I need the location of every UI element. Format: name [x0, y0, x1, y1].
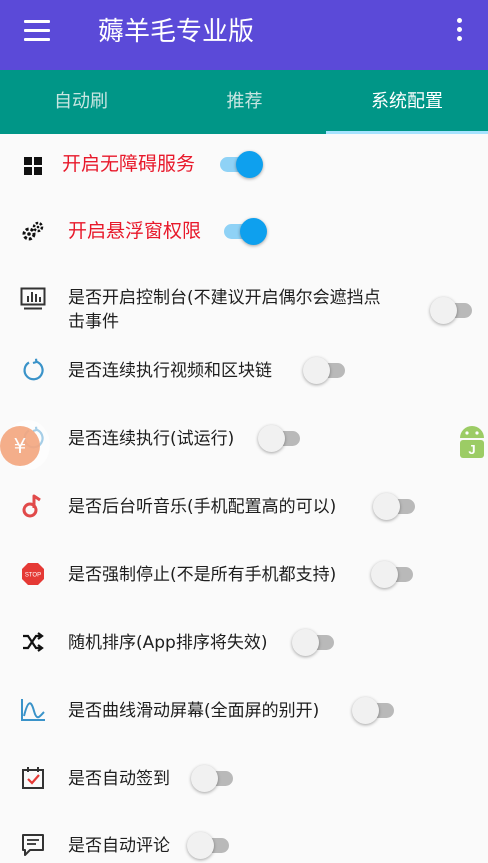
- setting-continuous-video-blockchain: 是否连续执行视频和区块链: [0, 354, 488, 388]
- setting-force-stop: STOP 是否强制停止(不是所有手机都支持): [0, 558, 488, 592]
- setting-label-line1: 是否开启控制台(不建议开启偶尔会遮挡点: [68, 288, 381, 308]
- setting-label: 是否连续执行(试运行): [68, 429, 235, 449]
- monitor-chart-icon: [20, 286, 46, 312]
- app-bar: 薅羊毛专业版: [0, 0, 488, 70]
- active-tab-indicator: [326, 131, 488, 134]
- svg-text:J: J: [468, 442, 475, 457]
- menu-icon[interactable]: [24, 20, 50, 42]
- music-note-icon: [20, 493, 46, 519]
- continuous-video-blockchain-toggle[interactable]: [303, 356, 347, 384]
- stop-sign-text: STOP: [25, 573, 41, 579]
- setting-label: 随机排序(App排序将失效): [68, 633, 268, 653]
- random-order-toggle[interactable]: [292, 628, 336, 656]
- curve-swipe-toggle[interactable]: [352, 696, 396, 724]
- setting-label: 开启悬浮窗权限: [68, 220, 202, 242]
- setting-auto-comment: 是否自动评论: [0, 829, 488, 863]
- more-options-icon[interactable]: [450, 18, 470, 44]
- curve-chart-icon: [20, 697, 46, 723]
- setting-label: 是否连续执行视频和区块链: [68, 361, 272, 381]
- force-stop-toggle[interactable]: [371, 560, 415, 588]
- setting-label: 是否曲线滑动屏幕(全面屏的别开): [68, 701, 320, 721]
- tab-auto-refresh[interactable]: 自动刷: [0, 70, 162, 134]
- setting-floating-window-permission: 开启悬浮窗权限: [0, 210, 488, 254]
- app-title: 薅羊毛专业版: [98, 17, 255, 47]
- setting-accessibility-service: 开启无障碍服务: [0, 144, 488, 188]
- setting-label: 开启无障碍服务: [62, 153, 196, 175]
- accessibility-service-toggle[interactable]: [218, 150, 263, 178]
- setting-continuous-execution-trial: 是否连续执行(试运行): [0, 422, 488, 456]
- setting-label: 是否自动签到: [68, 769, 170, 789]
- setting-random-order: 随机排序(App排序将失效): [0, 626, 488, 660]
- tab-bar: 自动刷 推荐 系统配置: [0, 70, 488, 134]
- floating-window-permission-toggle[interactable]: [222, 217, 267, 245]
- setting-label-line2: 击事件: [68, 312, 119, 332]
- continuous-execution-trial-toggle[interactable]: [258, 424, 302, 452]
- grid-icon: [20, 153, 46, 179]
- setting-console: 是否开启控制台(不建议开启偶尔会遮挡点 击事件: [0, 280, 488, 340]
- console-toggle[interactable]: [430, 296, 474, 324]
- stop-sign-icon: STOP: [20, 561, 46, 587]
- comment-icon: [20, 832, 46, 858]
- auto-sign-in-toggle[interactable]: [191, 764, 235, 792]
- tab-system-config[interactable]: 系统配置: [326, 70, 488, 134]
- setting-auto-sign-in: 是否自动签到: [0, 762, 488, 796]
- refresh-icon: [20, 357, 46, 383]
- calendar-check-icon: [20, 765, 46, 791]
- setting-background-music: 是否后台听音乐(手机配置高的可以): [0, 490, 488, 524]
- floating-coin-button[interactable]: ¥: [0, 426, 40, 466]
- setting-label: 是否后台听音乐(手机配置高的可以): [68, 497, 337, 517]
- android-icon[interactable]: J: [456, 420, 488, 464]
- setting-curve-swipe: 是否曲线滑动屏幕(全面屏的别开): [0, 694, 488, 728]
- gears-icon: [20, 219, 46, 245]
- setting-label: 是否强制停止(不是所有手机都支持): [68, 565, 337, 585]
- setting-label: 是否自动评论: [68, 836, 170, 856]
- background-music-toggle[interactable]: [373, 492, 417, 520]
- shuffle-icon: [20, 629, 46, 655]
- auto-comment-toggle[interactable]: [187, 831, 231, 859]
- tab-recommend[interactable]: 推荐: [163, 70, 326, 134]
